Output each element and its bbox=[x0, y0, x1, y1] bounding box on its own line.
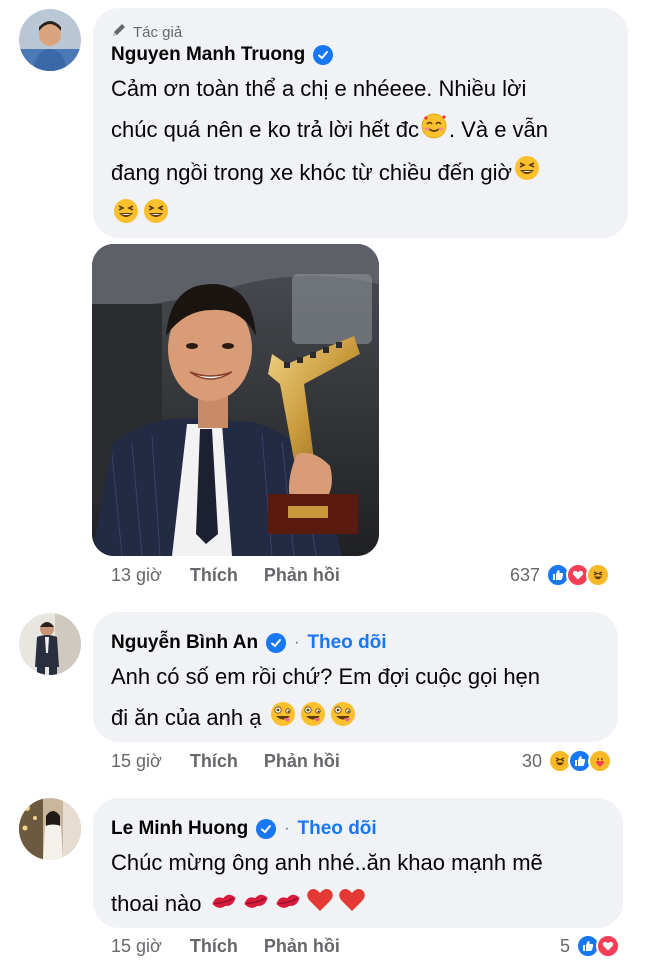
avatar[interactable] bbox=[19, 9, 81, 71]
author-tag: Tác giả bbox=[111, 22, 182, 42]
reaction-count[interactable]: 5 bbox=[560, 936, 570, 957]
zany-face-emoji bbox=[270, 699, 296, 740]
red-heart-emoji bbox=[338, 885, 366, 926]
verified-badge-icon bbox=[256, 819, 277, 839]
kiss-mark-emoji bbox=[242, 885, 270, 926]
like-button[interactable]: Thích bbox=[190, 751, 238, 772]
name-row: Nguyễn Bình An · Theo dõi bbox=[111, 632, 387, 654]
verified-badge-icon bbox=[266, 633, 287, 653]
comment-text: Anh có số em rồi chứ? Em đợi cuộc gọi hẹ… bbox=[111, 656, 616, 740]
comment-actions: 13 giờ Thích Phản hồi bbox=[111, 565, 366, 586]
author-name[interactable]: Nguyen Manh Truong bbox=[111, 44, 305, 66]
comment-time[interactable]: 13 giờ bbox=[111, 565, 162, 586]
avatar[interactable] bbox=[19, 798, 81, 860]
comment-time[interactable]: 15 giờ bbox=[111, 936, 162, 957]
zany-face-emoji bbox=[300, 699, 326, 740]
separator-dot: · bbox=[294, 634, 300, 651]
grinning-squint-emoji bbox=[143, 196, 169, 237]
follow-button[interactable]: Theo dõi bbox=[298, 818, 377, 840]
comment-actions: 15 giờ Thích Phản hồi bbox=[111, 751, 366, 772]
reply-button[interactable]: Phản hồi bbox=[264, 751, 340, 772]
comment-time[interactable]: 15 giờ bbox=[111, 751, 162, 772]
reaction-summary[interactable]: 637 bbox=[510, 563, 611, 587]
follow-button[interactable]: Theo dõi bbox=[307, 632, 386, 654]
comment-line: đang ngồi trong xe khóc từ chiều đến giờ bbox=[111, 152, 626, 195]
comment-item: Tác giả Nguyen Manh Truong Cảm ơn toàn t… bbox=[0, 0, 650, 600]
comment-line: chúc quá nên e ko trả lời hết đc. Và e v… bbox=[111, 109, 626, 152]
comment-text: Cảm ơn toàn thể a chị e nhéeee. Nhiều lờ… bbox=[111, 68, 626, 237]
like-button[interactable]: Thích bbox=[190, 936, 238, 957]
comment-photo[interactable] bbox=[92, 244, 379, 556]
red-heart-emoji bbox=[306, 885, 334, 926]
comment-line bbox=[111, 194, 626, 237]
pen-icon bbox=[111, 22, 127, 42]
author-name[interactable]: Nguyễn Bình An bbox=[111, 632, 258, 654]
reaction-summary[interactable]: 30 bbox=[522, 749, 613, 773]
care-reaction-icon bbox=[588, 749, 613, 773]
kiss-mark-emoji bbox=[210, 885, 238, 926]
reply-button[interactable]: Phản hồi bbox=[264, 936, 340, 957]
comment-line: đi ăn của anh ạ bbox=[111, 697, 616, 740]
smiling-hearts-emoji bbox=[421, 111, 447, 152]
kiss-mark-emoji bbox=[274, 885, 302, 926]
comment-text: Chúc mừng ông anh nhé..ăn khao mạnh mẽ t… bbox=[111, 842, 621, 926]
reply-button[interactable]: Phản hồi bbox=[264, 565, 340, 586]
verified-badge-icon bbox=[313, 45, 334, 65]
separator-dot: · bbox=[284, 820, 290, 837]
comment-line: thoai nào bbox=[111, 883, 621, 926]
comment-bubble: Tác giả Nguyen Manh Truong Cảm ơn toàn t… bbox=[93, 8, 628, 238]
zany-face-emoji bbox=[330, 699, 356, 740]
grinning-squint-emoji bbox=[514, 153, 540, 194]
name-row: Le Minh Huong · Theo dõi bbox=[111, 818, 377, 840]
avatar[interactable] bbox=[19, 613, 81, 675]
comment-actions: 15 giờ Thích Phản hồi bbox=[111, 936, 366, 957]
comment-bubble: Le Minh Huong · Theo dõi Chúc mừng ông a… bbox=[93, 798, 623, 928]
comment-line: Cảm ơn toàn thể a chị e nhéeee. Nhiều lờ… bbox=[111, 76, 527, 101]
reaction-summary[interactable]: 5 bbox=[560, 934, 621, 958]
grinning-squint-emoji bbox=[113, 196, 139, 237]
author-name[interactable]: Le Minh Huong bbox=[111, 818, 248, 840]
comment-line: Chúc mừng ông anh nhé..ăn khao mạnh mẽ bbox=[111, 850, 543, 875]
comment-item: Le Minh Huong · Theo dõi Chúc mừng ông a… bbox=[0, 790, 650, 960]
reaction-count[interactable]: 637 bbox=[510, 565, 540, 586]
comment-item: Nguyễn Bình An · Theo dõi Anh có số em r… bbox=[0, 600, 650, 790]
like-button[interactable]: Thích bbox=[190, 565, 238, 586]
love-reaction-icon bbox=[596, 934, 621, 958]
comment-line: Anh có số em rồi chứ? Em đợi cuộc gọi hẹ… bbox=[111, 664, 541, 689]
reaction-count[interactable]: 30 bbox=[522, 751, 542, 772]
name-row: Nguyen Manh Truong bbox=[111, 44, 334, 66]
haha-reaction-icon bbox=[586, 563, 611, 587]
comment-bubble: Nguyễn Bình An · Theo dõi Anh có số em r… bbox=[93, 612, 618, 742]
